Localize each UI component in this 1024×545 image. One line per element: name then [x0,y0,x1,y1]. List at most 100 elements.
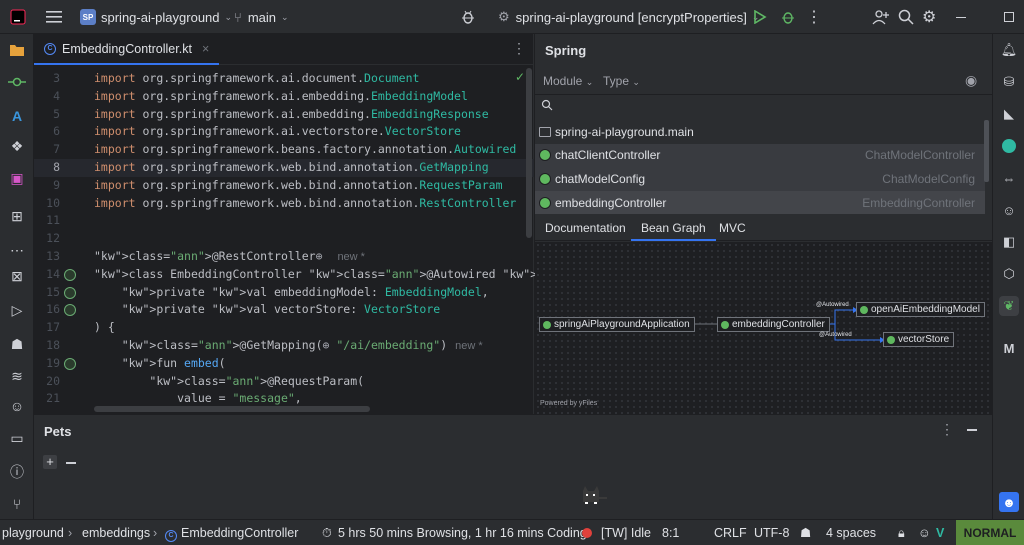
structure-icon[interactable]: ⊞ [7,206,27,226]
code-line[interactable]: 3 import org.springframework.ai.document.… [34,70,534,88]
run-config-selector[interactable]: ⚙ spring-ai-playground [encryptPropertie… [498,0,759,34]
project-folder-icon[interactable] [7,40,27,60]
bean-graph-canvas[interactable]: springAiPlaygroundApplication embeddingC… [535,242,992,414]
ai-chat-icon[interactable] [999,136,1019,156]
spring-bean-gutter-icon[interactable] [64,268,76,281]
tree-scrollbar[interactable] [984,120,989,182]
services-icon[interactable]: ❖ [7,136,27,156]
graph-node[interactable]: openAiEmbeddingModel [856,302,985,317]
terminal-icon[interactable]: ▭ [7,428,27,448]
gradle-icon[interactable]: ◣ [999,104,1019,124]
profile-icon[interactable]: ☺ [918,520,931,545]
code-line[interactable]: 16 "kw">private "kw">val vectorStore: Ve… [34,301,534,319]
graph-node[interactable]: vectorStore [883,332,955,347]
add-pet-icon[interactable]: + [43,455,57,469]
code-line[interactable]: 8 import org.springframework.web.bind.ann… [34,159,534,177]
code-line[interactable]: 7 import org.springframework.beans.factor… [34,141,534,159]
azure-icon[interactable]: A [7,106,27,126]
code-line[interactable]: 4 import org.springframework.ai.embedding… [34,88,534,106]
pet-cat-icon[interactable] [579,485,609,508]
tab-mvc[interactable]: MVC [719,216,746,241]
plugins-icon[interactable]: ⊠ [7,266,27,286]
spring-bean-gutter-icon[interactable] [64,286,76,299]
bean-tree-item[interactable]: spring-ai-playground.main [535,120,985,144]
more-actions-icon[interactable]: ⋮ [806,0,822,34]
minimize-button[interactable] [956,0,966,34]
spring-leaf-icon[interactable]: ❦ [999,296,1019,316]
search-icon[interactable] [898,0,914,34]
idle-status[interactable]: [TW] Idle [601,520,651,545]
code-line[interactable]: 11 [34,212,534,230]
code-line[interactable]: 5 import org.springframework.ai.embedding… [34,106,534,124]
maximize-button[interactable] [1004,0,1014,34]
vim-mode-badge[interactable]: NORMAL [956,520,1024,545]
search-icon[interactable] [541,99,553,114]
commit-icon[interactable] [7,72,27,92]
main-menu-icon[interactable] [46,0,62,34]
module-filter[interactable]: Module ⌄ [543,74,593,88]
minimize-panel-icon[interactable] [967,429,977,431]
code-line[interactable]: 20 "kw">class="ann">@RequestParam( [34,373,534,391]
layers-icon[interactable]: ≋ [7,366,27,386]
close-icon[interactable]: × [202,42,209,56]
breadcrumb-package[interactable]: embeddings [82,520,150,545]
web-endpoint-icon[interactable]: ⊕ [316,249,330,263]
spring-bean-gutter-icon[interactable] [64,357,76,370]
tab-bean-graph[interactable]: Bean Graph [631,216,716,241]
more-tabs-icon[interactable]: ⋮ [512,40,526,57]
code-line[interactable]: 12 [34,230,534,248]
kubernetes-icon[interactable]: ⬡ [999,264,1019,284]
eye-icon[interactable]: ◉ [965,72,977,89]
copilot-chat-icon[interactable]: ☺ [999,200,1019,220]
line-separator[interactable]: CRLF [714,520,747,545]
debug-bug-icon[interactable] [460,0,476,34]
graph-node[interactable]: embeddingController [717,317,830,332]
docker-icon[interactable]: ◧ [999,232,1019,252]
code-line[interactable]: 19 "kw">fun embed( [34,355,534,373]
run-button[interactable] [753,0,767,34]
run-panel-icon[interactable]: ▷ [7,300,27,320]
cat-icon[interactable]: ☗ [7,334,27,354]
code-line[interactable]: 14 "kw">class EmbeddingController "kw">cl… [34,266,620,284]
type-filter[interactable]: Type ⌄ [603,74,640,88]
endpoints-icon[interactable]: ⇔ [999,168,1019,188]
git-icon[interactable]: ⑂ [7,494,27,514]
markdown-icon[interactable]: M [999,338,1019,358]
ide-logo-icon[interactable] [10,0,26,34]
notifications-bell-icon[interactable]: 🔔︎ [999,40,1019,60]
code-line[interactable]: 13 "kw">class="ann">@RestController⊕ new … [34,248,534,266]
copilot-icon[interactable]: ▣ [7,168,27,188]
more-tools-icon[interactable]: ⋯ [7,240,27,260]
branch-switcher[interactable]: ⑂ main ⌄ [234,0,289,34]
spring-bean-gutter-icon[interactable] [64,304,76,317]
breadcrumb-class[interactable]: EmbeddingController [181,520,298,545]
editor-h-scrollbar[interactable] [94,406,370,412]
bean-tree-item[interactable]: chatModelConfig ChatModelConfig [535,167,985,191]
bean-tree-item[interactable]: chatClientController ChatModelController [535,143,985,168]
file-encoding[interactable]: UTF-8 [754,520,789,545]
settings-gear-icon[interactable]: ⚙ [922,0,936,34]
code-line[interactable]: 17) { [34,319,534,337]
more-options-icon[interactable]: ⋮ [940,421,954,438]
code-line[interactable]: 9 import org.springframework.web.bind.ann… [34,177,534,195]
editor-tab[interactable]: C EmbeddingController.kt × [34,34,220,65]
code-line[interactable]: 6 import org.springframework.ai.vectorsto… [34,123,534,141]
remove-pet-icon[interactable] [66,462,76,464]
code-editor[interactable]: C EmbeddingController.kt × ⋮ ✓ 3 import o… [34,34,620,414]
database-icon[interactable]: ⛁ [999,72,1019,92]
indent-setting[interactable]: 4 spaces [826,520,876,545]
project-switcher[interactable]: SP spring-ai-playground ⌄ [80,0,232,34]
ai-assistant-icon[interactable]: ☺ [7,396,27,416]
bean-tree-item[interactable]: embeddingController EmbeddingController [535,190,985,215]
debug-button[interactable] [780,0,796,34]
caret-position[interactable]: 8:1 [662,520,679,545]
add-user-icon[interactable] [872,0,890,34]
breadcrumb-project[interactable]: playground [2,520,64,545]
editor-scrollbar[interactable] [526,68,532,238]
time-tracker[interactable]: 5 hrs 50 mins Browsing, 1 hr 16 mins Cod… [338,520,587,545]
code-line[interactable]: 10 import org.springframework.web.bind.an… [34,195,534,213]
github-copilot-icon[interactable]: ☻ [999,492,1019,512]
code-line[interactable]: 15 "kw">private "kw">val embeddingModel:… [34,284,534,302]
lock-icon[interactable]: 🔒︎ [898,520,905,545]
graph-node[interactable]: springAiPlaygroundApplication [539,317,695,332]
